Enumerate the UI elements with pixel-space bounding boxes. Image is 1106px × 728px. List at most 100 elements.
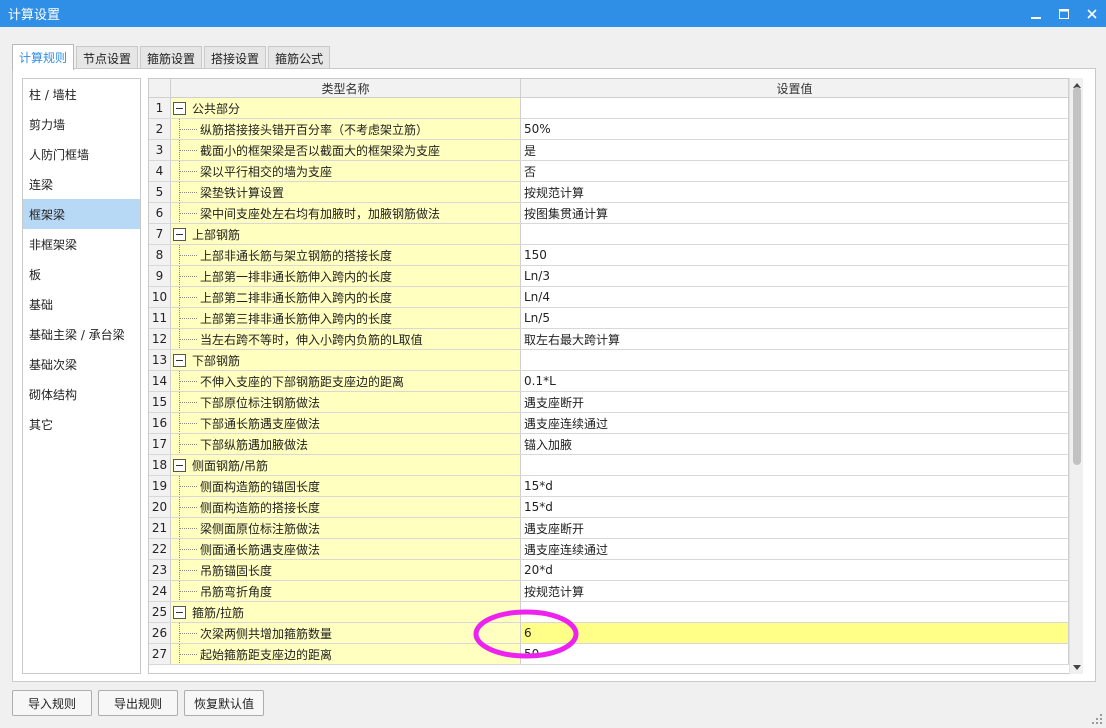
table-row[interactable]: 4 梁以平行相交的墙为支座 否 (149, 161, 1069, 182)
setting-value-cell[interactable]: 按规范计算 (521, 182, 1069, 202)
setting-value-cell[interactable]: 遇支座连续通过 (521, 539, 1069, 559)
nav-item-other[interactable]: 其它 (23, 409, 140, 439)
setting-value-cell[interactable]: 50 (521, 644, 1069, 664)
nav-item-civil-defense-door-frame-wall[interactable]: 人防门框墙 (23, 139, 140, 169)
table-row[interactable]: 17 下部纵筋遇加腋做法 锚入加腋 (149, 434, 1069, 455)
setting-value-cell[interactable]: 按规范计算 (521, 581, 1069, 601)
tab-stirrup-settings[interactable]: 箍筋设置 (140, 46, 203, 70)
table-row[interactable]: 27 起始箍筋距支座边的距离 50 (149, 644, 1069, 665)
table-row[interactable]: 22 侧面通长筋遇支座做法 遇支座连续通过 (149, 539, 1069, 560)
table-row[interactable]: 12 当左右跨不等时，伸入小跨内负筋的L取值 取左右最大跨计算 (149, 329, 1069, 350)
setting-value-cell[interactable]: 遇支座连续通过 (521, 413, 1069, 433)
collapse-icon[interactable] (173, 458, 186, 472)
tree-connector-icon (171, 623, 197, 643)
resize-grip-icon[interactable] (1092, 714, 1102, 724)
tree-connector-icon (171, 539, 197, 559)
type-name-label: 下部钢筋 (192, 353, 241, 368)
scroll-down-button[interactable] (1070, 660, 1084, 674)
grid-scrollbar[interactable] (1069, 78, 1083, 674)
group-row[interactable]: 18 侧面钢筋/吊筋 (149, 455, 1069, 476)
grid-rows: 1 公共部分 2 纵筋搭接接头错开百分率（不考虑架立筋） 50% 3 截面小的框架梁是否以截… (149, 98, 1069, 665)
setting-value-cell[interactable]: Ln/4 (521, 287, 1069, 307)
nav-item-foundation-secondary-beam[interactable]: 基础次梁 (23, 349, 140, 379)
header-setting-value[interactable]: 设置值 (521, 79, 1069, 98)
nav-item-non-frame-beam[interactable]: 非框架梁 (23, 229, 140, 259)
nav-item-shear-wall[interactable]: 剪力墙 (23, 109, 140, 139)
setting-value-cell[interactable]: 20*d (521, 560, 1069, 580)
setting-value-cell[interactable]: 否 (521, 161, 1069, 181)
nav-item-foundation-main-beam[interactable]: 基础主梁 / 承台梁 (23, 319, 140, 349)
setting-value-cell[interactable]: 遇支座断开 (521, 518, 1069, 538)
collapse-icon[interactable] (173, 101, 186, 115)
row-number: 10 (149, 287, 171, 307)
minimize-button[interactable] (1022, 0, 1050, 27)
setting-value-cell[interactable]: Ln/3 (521, 266, 1069, 286)
collapse-icon[interactable] (173, 353, 186, 367)
scroll-thumb[interactable] (1073, 87, 1081, 465)
collapse-icon[interactable] (173, 605, 186, 619)
group-row[interactable]: 13 下部钢筋 (149, 350, 1069, 371)
setting-value-cell[interactable]: 15*d (521, 497, 1069, 517)
tab-calc-rules[interactable]: 计算规则 (12, 44, 75, 70)
tree-connector-icon (171, 287, 197, 307)
setting-value-cell[interactable]: 6 (521, 623, 1069, 643)
tab-stirrup-formula[interactable]: 箍筋公式 (268, 46, 331, 70)
table-row[interactable]: 11 上部第三排非通长筋伸入跨内的长度 Ln/5 (149, 308, 1069, 329)
setting-value-cell[interactable]: 150 (521, 245, 1069, 265)
table-row[interactable]: 5 梁垫铁计算设置 按规范计算 (149, 182, 1069, 203)
table-row[interactable]: 23 吊筋锚固长度 20*d (149, 560, 1069, 581)
table-row[interactable]: 14 不伸入支座的下部钢筋距支座边的距离 0.1*L (149, 371, 1069, 392)
table-row[interactable]: 6 梁中间支座处左右均有加腋时，加腋钢筋做法 按图集贯通计算 (149, 203, 1069, 224)
group-row[interactable]: 7 上部钢筋 (149, 224, 1069, 245)
type-name-cell: 箍筋/拉筋 (171, 602, 521, 622)
tab-node-settings[interactable]: 节点设置 (76, 46, 139, 70)
setting-value-cell[interactable]: 15*d (521, 476, 1069, 496)
setting-value-cell[interactable]: 遇支座断开 (521, 392, 1069, 412)
restore-defaults-button[interactable]: 恢复默认值 (184, 690, 264, 716)
setting-value-cell[interactable]: 按图集贯通计算 (521, 203, 1069, 223)
table-row[interactable]: 9 上部第一排非通长筋伸入跨内的长度 Ln/3 (149, 266, 1069, 287)
table-row[interactable]: 2 纵筋搭接接头错开百分率（不考虑架立筋） 50% (149, 119, 1069, 140)
collapse-icon[interactable] (173, 227, 186, 241)
close-button[interactable] (1078, 0, 1106, 27)
export-rules-button[interactable]: 导出规则 (98, 690, 178, 716)
nav-item-foundation[interactable]: 基础 (23, 289, 140, 319)
title-bar: 计算设置 (0, 0, 1106, 27)
group-row[interactable]: 25 箍筋/拉筋 (149, 602, 1069, 623)
table-row[interactable]: 16 下部通长筋遇支座做法 遇支座连续通过 (149, 413, 1069, 434)
group-row[interactable]: 1 公共部分 (149, 98, 1069, 119)
setting-value-cell[interactable]: 锚入加腋 (521, 434, 1069, 454)
table-row[interactable]: 20 侧面构造筋的搭接长度 15*d (149, 497, 1069, 518)
import-rules-button[interactable]: 导入规则 (12, 690, 92, 716)
type-name-cell: 下部钢筋 (171, 350, 521, 370)
nav-item-column[interactable]: 柱 / 墙柱 (23, 79, 140, 109)
maximize-button[interactable] (1050, 0, 1078, 27)
table-row[interactable]: 19 侧面构造筋的锚固长度 15*d (149, 476, 1069, 497)
nav-item-slab[interactable]: 板 (23, 259, 140, 289)
tab-lap-settings[interactable]: 搭接设置 (204, 46, 267, 70)
type-name-label: 吊筋锚固长度 (200, 563, 273, 578)
setting-value-cell[interactable]: Ln/5 (521, 308, 1069, 328)
tree-connector-icon (171, 497, 197, 517)
type-name-cell: 梁以平行相交的墙为支座 (171, 161, 521, 181)
setting-value-cell[interactable]: 0.1*L (521, 371, 1069, 391)
type-name-cell: 上部钢筋 (171, 224, 521, 244)
table-row[interactable]: 3 截面小的框架梁是否以截面大的框架梁为支座 是 (149, 140, 1069, 161)
nav-item-coupling-beam[interactable]: 连梁 (23, 169, 140, 199)
table-row[interactable]: 26 次梁两侧共增加箍筋数量 6 (149, 623, 1069, 644)
setting-value-cell[interactable]: 50% (521, 119, 1069, 139)
table-row[interactable]: 10 上部第二排非通长筋伸入跨内的长度 Ln/4 (149, 287, 1069, 308)
type-name-cell: 下部原位标注钢筋做法 (171, 392, 521, 412)
setting-value-cell[interactable]: 是 (521, 140, 1069, 160)
row-number: 12 (149, 329, 171, 349)
header-type-name[interactable]: 类型名称 (171, 79, 521, 98)
table-row[interactable]: 8 上部非通长筋与架立钢筋的搭接长度 150 (149, 245, 1069, 266)
table-row[interactable]: 15 下部原位标注钢筋做法 遇支座断开 (149, 392, 1069, 413)
type-name-cell: 上部第一排非通长筋伸入跨内的长度 (171, 266, 521, 286)
table-row[interactable]: 21 梁侧面原位标注筋做法 遇支座断开 (149, 518, 1069, 539)
nav-item-frame-beam[interactable]: 框架梁 (23, 199, 140, 229)
table-row[interactable]: 24 吊筋弯折角度 按规范计算 (149, 581, 1069, 602)
type-name-label: 梁以平行相交的墙为支座 (200, 164, 333, 179)
setting-value-cell[interactable]: 取左右最大跨计算 (521, 329, 1069, 349)
nav-item-masonry[interactable]: 砌体结构 (23, 379, 140, 409)
